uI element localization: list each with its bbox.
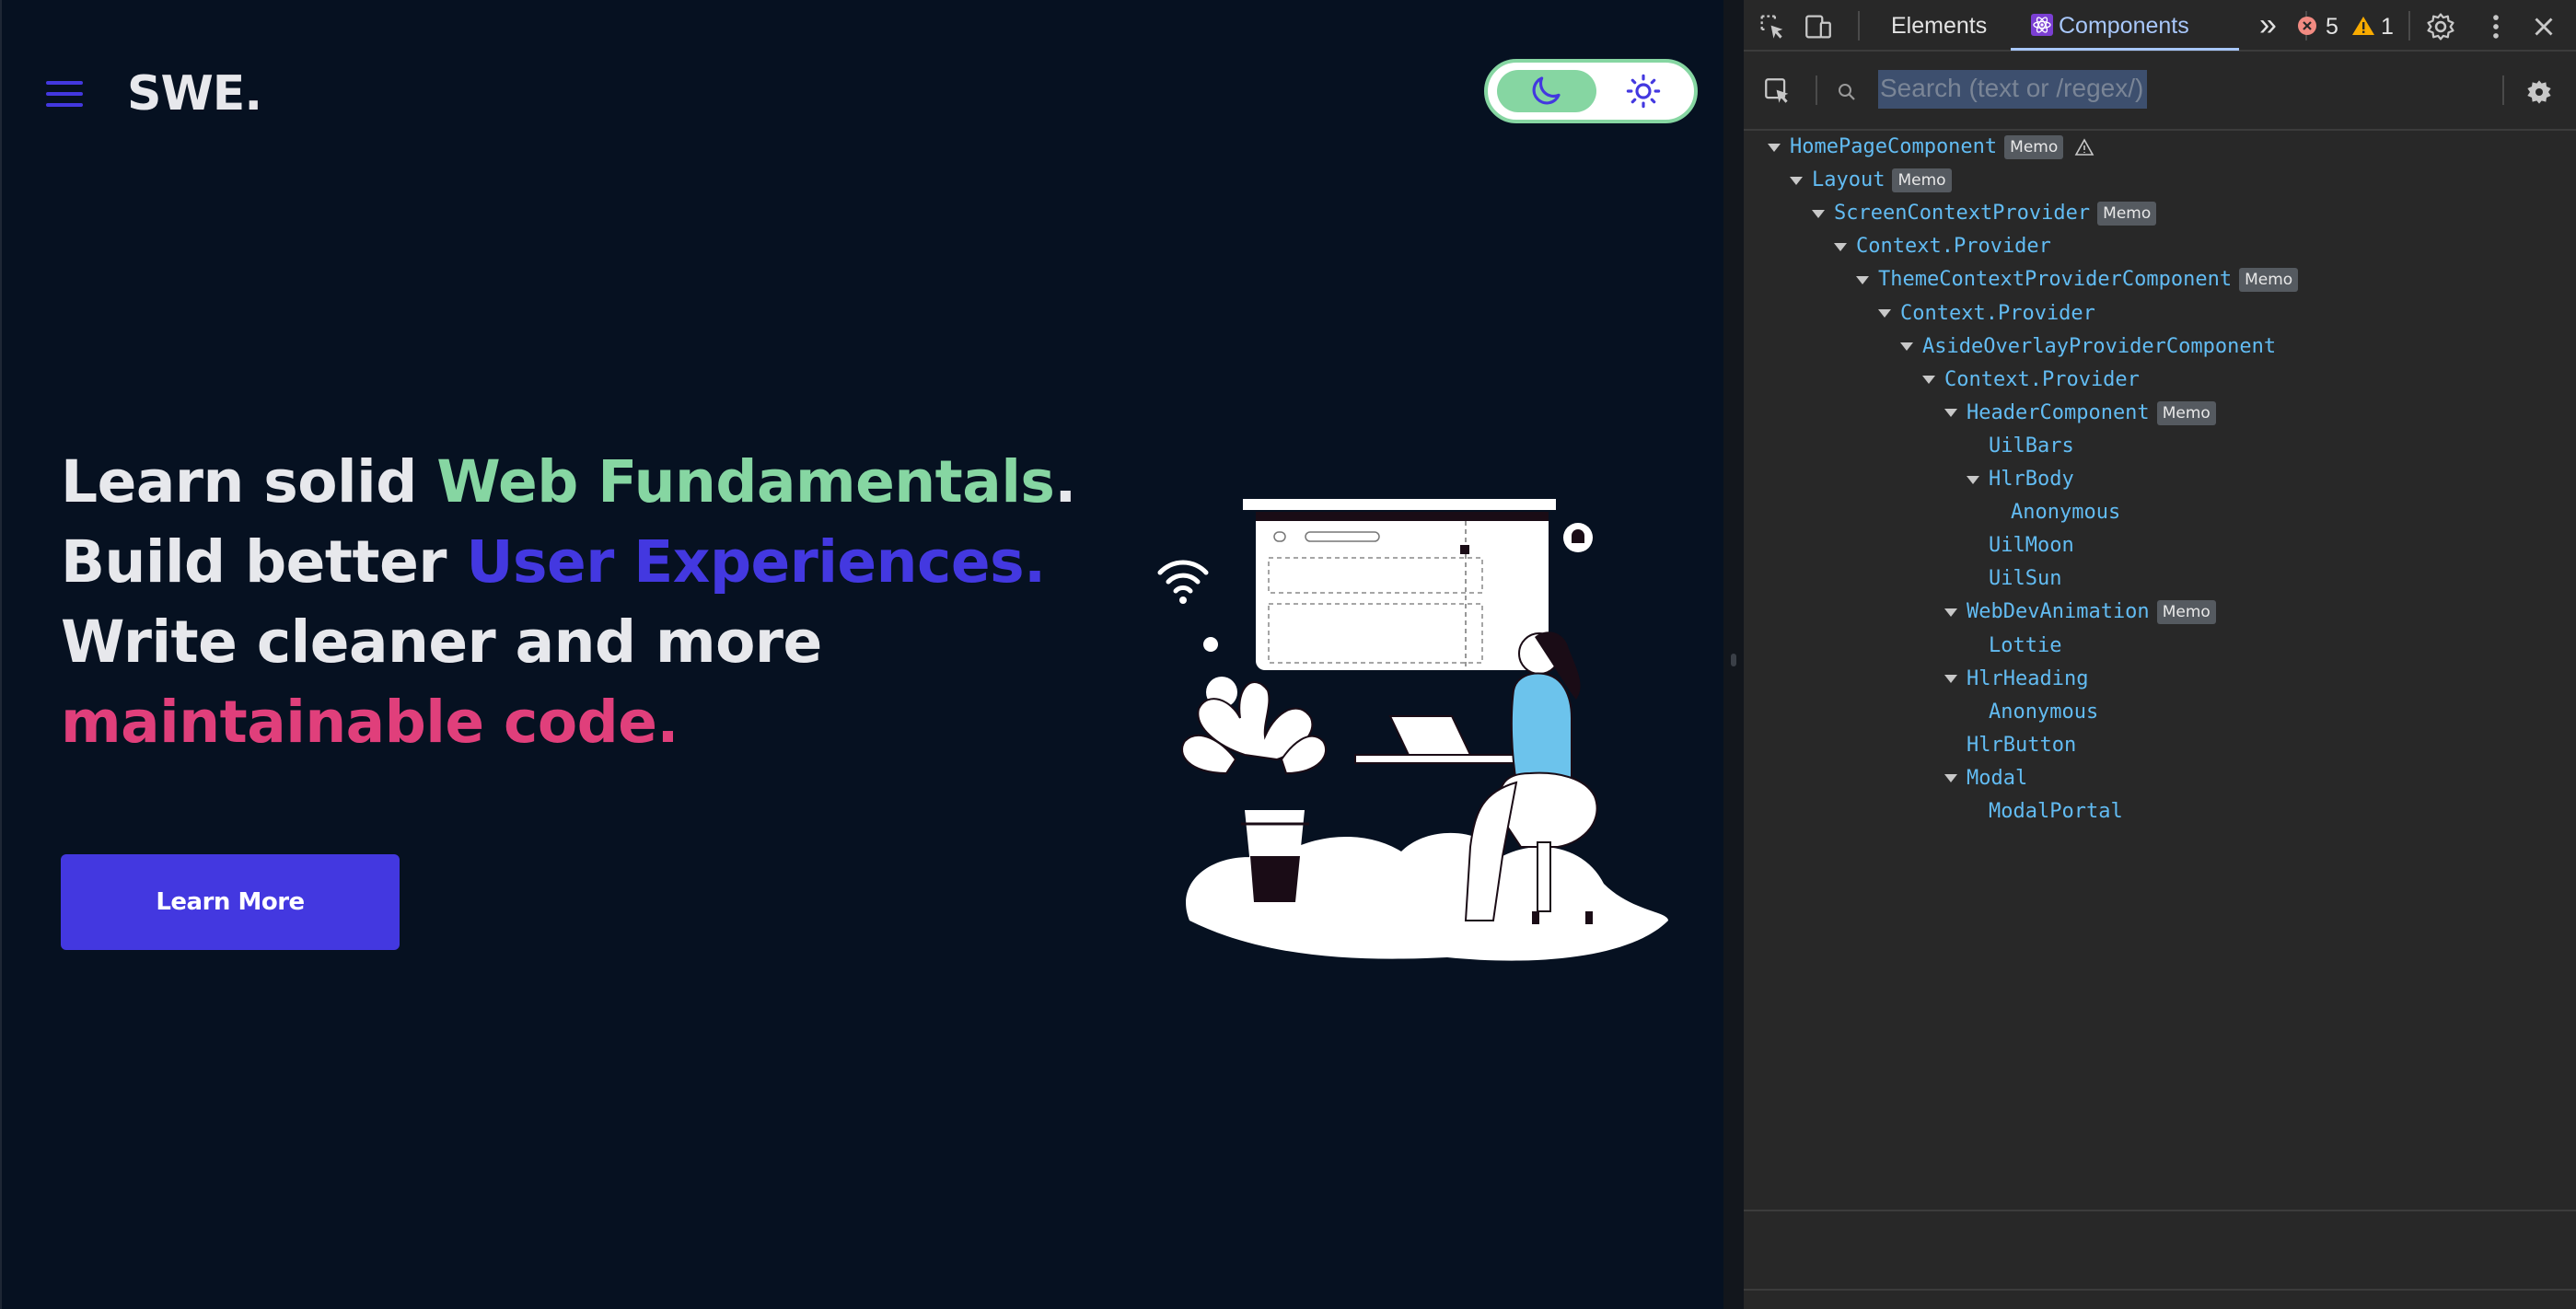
- tree-row[interactable]: UilBars: [1989, 430, 2074, 463]
- expand-arrow-icon[interactable]: [1790, 176, 1803, 185]
- component-name: ModalPortal: [1989, 800, 2123, 823]
- warning-triangle-icon: [2074, 138, 2094, 156]
- expand-arrow-icon[interactable]: [1900, 342, 1913, 352]
- expand-arrow-icon[interactable]: [1967, 475, 1979, 484]
- expand-arrow-icon[interactable]: [1856, 275, 1869, 284]
- hero-line-1: Learn solid Web Fundamentals.: [61, 448, 1076, 515]
- site-logo[interactable]: SWE.: [127, 66, 262, 122]
- component-name: Context.Provider: [1900, 301, 2095, 325]
- memo-badge: Memo: [2004, 135, 2064, 159]
- active-tab-indicator: [2011, 48, 2239, 51]
- tree-row[interactable]: Layout Memo: [1790, 164, 1952, 197]
- component-name: HlrButton: [1967, 733, 2077, 757]
- expand-arrow-icon[interactable]: [1944, 608, 1957, 617]
- component-name: Anonymous: [2011, 501, 2121, 525]
- close-icon[interactable]: [2528, 11, 2559, 42]
- tree-row[interactable]: Anonymous: [2011, 496, 2120, 529]
- select-component-icon[interactable]: [1762, 75, 1793, 107]
- tree-row[interactable]: HlrHeading: [1944, 663, 2088, 696]
- error-count: 5: [2326, 14, 2338, 40]
- tree-row[interactable]: ScreenContextProvider Memo: [1812, 197, 2157, 230]
- tree-row[interactable]: WebDevAnimation Memo: [1944, 596, 2216, 629]
- component-name: ThemeContextProviderComponent: [1878, 268, 2233, 292]
- tree-row[interactable]: Modal: [1944, 762, 2027, 795]
- search-icon: [1839, 84, 1855, 100]
- warning-count: 1: [2381, 14, 2394, 40]
- tree-row[interactable]: HlrBody: [1967, 463, 2074, 496]
- component-name: AsideOverlayProviderComponent: [1922, 334, 2277, 358]
- component-search-input[interactable]: [1878, 70, 2508, 110]
- tree-row[interactable]: ThemeContextProviderComponent Memo: [1856, 263, 2299, 296]
- component-name: HlrHeading: [1967, 666, 2089, 690]
- expand-arrow-icon[interactable]: [1812, 209, 1825, 218]
- warning-icon[interactable]: [2351, 15, 2375, 37]
- expand-arrow-icon[interactable]: [1768, 143, 1781, 152]
- learn-more-button[interactable]: Learn More: [61, 854, 400, 950]
- component-name: UilMoon: [1989, 534, 2074, 558]
- component-name: HomePageComponent: [1790, 135, 1998, 158]
- expand-arrow-icon[interactable]: [1944, 774, 1957, 783]
- tree-row[interactable]: Anonymous: [1989, 696, 2098, 729]
- component-name: Anonymous: [1989, 700, 2099, 724]
- panel-resize-handle[interactable]: [1723, 0, 1744, 1309]
- hero-line-2: Build better User Experiences.: [61, 528, 1046, 596]
- react-logo-icon: [2031, 14, 2053, 36]
- component-name: WebDevAnimation: [1967, 600, 2150, 624]
- app-page: SWE. Learn solid Web Fundamentals. Build…: [0, 0, 1723, 1309]
- web-dev-illustration: [1157, 499, 1668, 961]
- devtools-bottom-bar: [1744, 1210, 2576, 1291]
- component-name: ScreenContextProvider: [1834, 202, 2091, 226]
- component-name: Context.Provider: [1944, 367, 2140, 391]
- tree-row[interactable]: ModalPortal: [1989, 795, 2123, 828]
- more-tabs-button[interactable]: »: [2259, 0, 2277, 50]
- hamburger-menu-icon[interactable]: [46, 81, 83, 109]
- tree-row[interactable]: UilSun: [1989, 562, 2061, 596]
- expand-arrow-icon[interactable]: [1922, 376, 1935, 385]
- tree-row[interactable]: Context.Provider: [1834, 230, 2051, 263]
- settings-gear-icon[interactable]: [2425, 11, 2456, 42]
- hero-heading: Learn solid Web Fundamentals. Build bett…: [61, 442, 1076, 762]
- component-settings-icon[interactable]: [2524, 77, 2554, 107]
- memo-badge: Memo: [2239, 268, 2299, 293]
- tree-row[interactable]: HeaderComponent Memo: [1944, 397, 2216, 430]
- tree-row[interactable]: HomePageComponent Memo: [1768, 131, 2094, 164]
- error-icon[interactable]: [2296, 15, 2318, 37]
- hero-line-4: maintainable code.: [61, 689, 679, 756]
- component-name: Lottie: [1989, 633, 2062, 657]
- hero-line-3: Write cleaner and more: [61, 608, 822, 676]
- device-toolbar-icon[interactable]: [1803, 11, 1834, 42]
- devtools-panel: Elements Components » 5 1 Search (text o…: [1744, 0, 2576, 1309]
- memo-badge: Memo: [2156, 600, 2216, 625]
- memo-badge: Memo: [2097, 202, 2157, 226]
- more-options-icon[interactable]: [2480, 11, 2512, 42]
- tab-components[interactable]: Components: [2031, 0, 2189, 50]
- component-name: Layout: [1812, 168, 1886, 192]
- components-toolbar: Search (text or /regex/): [1744, 52, 2576, 131]
- inspect-element-icon[interactable]: [1757, 11, 1788, 42]
- tree-row[interactable]: AsideOverlayProviderComponent: [1900, 330, 2276, 364]
- devtools-tab-bar: Elements Components » 5 1: [1744, 0, 2576, 52]
- tree-row[interactable]: Context.Provider: [1878, 297, 2095, 330]
- expand-arrow-icon[interactable]: [1944, 675, 1957, 684]
- theme-toggle[interactable]: [1484, 59, 1698, 123]
- component-name: Modal: [1967, 766, 2028, 790]
- tab-elements[interactable]: Elements: [1891, 0, 1987, 50]
- moon-icon[interactable]: [1526, 72, 1565, 110]
- sun-icon[interactable]: [1624, 72, 1663, 110]
- expand-arrow-icon[interactable]: [1878, 309, 1891, 318]
- component-name: UilSun: [1989, 567, 2062, 591]
- component-name: HlrBody: [1989, 468, 2074, 491]
- tree-row[interactable]: UilMoon: [1989, 529, 2074, 562]
- tree-row[interactable]: Context.Provider: [1922, 364, 2140, 397]
- expand-arrow-icon[interactable]: [1944, 409, 1957, 418]
- memo-badge: Memo: [1892, 168, 1952, 193]
- component-name: Context.Provider: [1856, 235, 2051, 259]
- component-name: HeaderComponent: [1967, 400, 2150, 424]
- component-name: UilBars: [1989, 434, 2074, 458]
- expand-arrow-icon[interactable]: [1834, 242, 1847, 251]
- tree-row[interactable]: HlrButton: [1967, 729, 2076, 762]
- memo-badge: Memo: [2156, 400, 2216, 425]
- tree-row[interactable]: Lottie: [1989, 630, 2061, 663]
